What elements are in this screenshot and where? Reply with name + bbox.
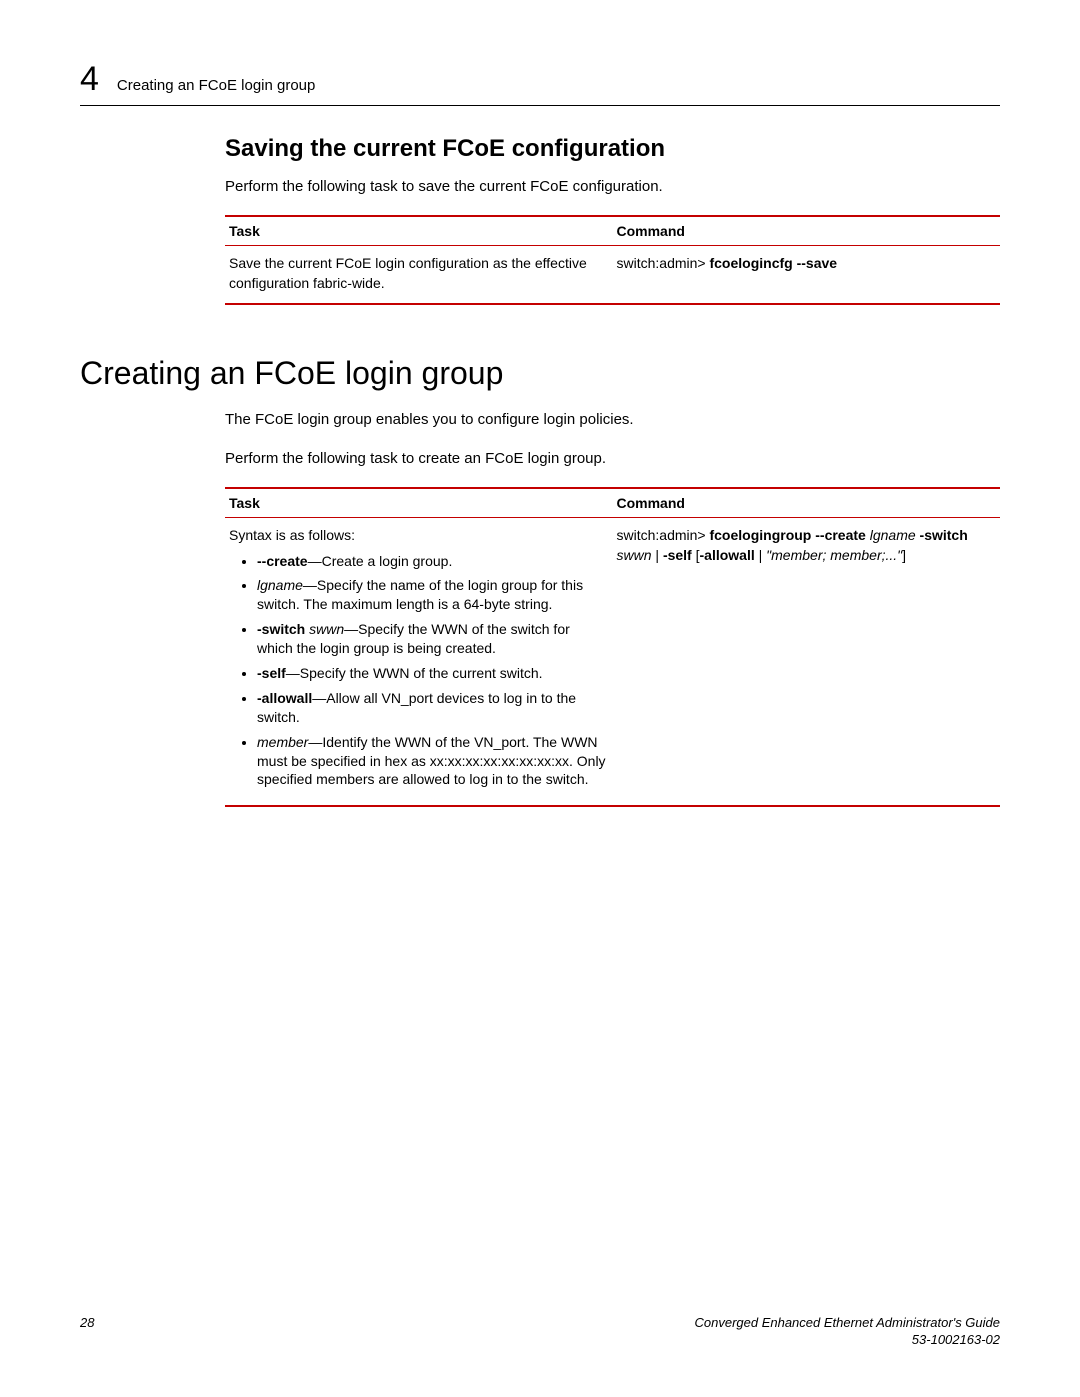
cmd-b2: -switch <box>920 527 968 543</box>
syntax-intro: Syntax is as follows: <box>229 527 355 543</box>
cmd-i3: "member; member;..." <box>766 547 902 563</box>
cmd-mid: | <box>655 547 663 563</box>
content: Saving the current FCoE configuration Pe… <box>80 135 1000 827</box>
section-heading: Saving the current FCoE configuration <box>225 135 1000 163</box>
col-command: Command <box>613 488 1001 518</box>
cmd-b3: -self <box>663 547 696 563</box>
footer: 28 Converged Enhanced Ethernet Administr… <box>80 1315 1000 1349</box>
cmd-close: ] <box>902 547 906 563</box>
table-row: Syntax is as follows: --create—Create a … <box>225 517 1000 806</box>
col-command: Command <box>613 216 1001 246</box>
opt-allowall: -allowall <box>257 690 312 706</box>
syntax-list: --create—Create a login group. lgname—Sp… <box>229 552 609 790</box>
cmd-prefix: switch:admin> <box>617 255 710 271</box>
page-header: 4 Creating an FCoE login group <box>80 60 1000 106</box>
page: 4 Creating an FCoE login group Saving th… <box>0 0 1080 1397</box>
cmd-i2: swwn <box>617 547 656 563</box>
list-item: -allowall—Allow all VN_port devices to l… <box>257 689 609 727</box>
opt-create: --create <box>257 553 308 569</box>
chapter-number: 4 <box>80 60 99 99</box>
task-cell: Syntax is as follows: --create—Create a … <box>225 517 613 806</box>
guide-title: Converged Enhanced Ethernet Administrato… <box>694 1315 1000 1330</box>
cmd-bold: fcoelogincfg --save <box>709 255 837 271</box>
cmd-b4: -allowall <box>700 547 755 563</box>
create-table: Task Command Syntax is as follows: --cre… <box>225 487 1000 807</box>
cmd-cell: switch:admin> fcoelogingroup --create lg… <box>613 517 1001 806</box>
section-saving: Saving the current FCoE configuration Pe… <box>225 135 1000 305</box>
list-item: lgname—Specify the name of the login gro… <box>257 576 609 614</box>
list-item: -switch swwn—Specify the WWN of the swit… <box>257 620 609 658</box>
page-number: 28 <box>80 1315 94 1330</box>
opt-self-desc: —Specify the WWN of the current switch. <box>286 665 543 681</box>
list-item: -self—Specify the WWN of the current swi… <box>257 664 609 683</box>
list-item: member—Identify the WWN of the VN_port. … <box>257 733 609 790</box>
cmd-cell: switch:admin> fcoelogincfg --save <box>613 246 1001 305</box>
section-create: The FCoE login group enables you to conf… <box>225 410 1000 807</box>
opt-lgname: lgname <box>257 577 303 593</box>
p1: The FCoE login group enables you to conf… <box>225 410 1000 430</box>
footer-guide: Converged Enhanced Ethernet Administrato… <box>694 1315 1000 1349</box>
p2: Perform the following task to create an … <box>225 449 1000 469</box>
opt-member-desc: —Identify the WWN of the VN_port. The WW… <box>257 734 606 788</box>
opt-create-desc: —Create a login group. <box>308 553 453 569</box>
opt-switch-i: swwn <box>309 621 344 637</box>
table-row: Save the current FCoE login configuratio… <box>225 246 1000 305</box>
opt-self: -self <box>257 665 286 681</box>
cmd-prefix: switch:admin> <box>617 527 710 543</box>
header-title: Creating an FCoE login group <box>117 77 315 94</box>
cmd-mid2: | <box>755 547 766 563</box>
section-intro: Perform the following task to save the c… <box>225 177 1000 197</box>
opt-switch: -switch <box>257 621 309 637</box>
section-heading-large: Creating an FCoE login group <box>80 355 1000 392</box>
col-task: Task <box>225 488 613 518</box>
opt-lgname-desc: —Specify the name of the login group for… <box>257 577 583 612</box>
cmd-b1: fcoelogingroup --create <box>709 527 869 543</box>
col-task: Task <box>225 216 613 246</box>
save-table: Task Command Save the current FCoE login… <box>225 215 1000 305</box>
cmd-i1: lgname <box>870 527 920 543</box>
opt-member: member <box>257 734 308 750</box>
task-cell: Save the current FCoE login configuratio… <box>225 246 613 305</box>
doc-number: 53-1002163-02 <box>912 1332 1000 1347</box>
list-item: --create—Create a login group. <box>257 552 609 571</box>
